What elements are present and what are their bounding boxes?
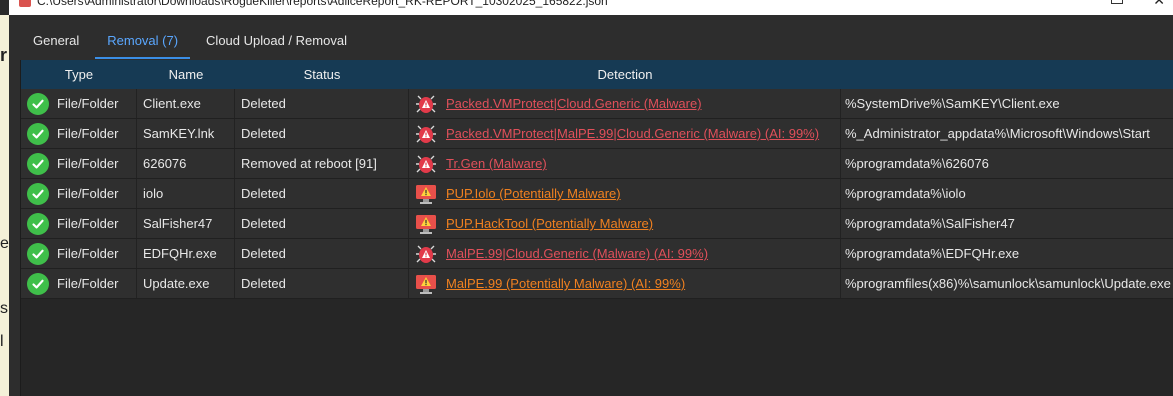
bug-icon — [416, 125, 436, 143]
table-body: File/Folder Client.exe Deleted Packed.VMPro… — [21, 89, 1173, 299]
status-cell: Deleted — [235, 269, 409, 298]
close-button[interactable]: ✕ — [1153, 0, 1165, 9]
detection-cell: Tr.Gen (Malware) — [409, 149, 841, 178]
check-circle-icon — [27, 92, 49, 115]
type-text: File/Folder — [57, 156, 119, 171]
detection-link[interactable]: PUP.Iolo (Potentially Malware) — [446, 186, 621, 201]
bug-icon — [416, 95, 436, 113]
tab-cloud-upload-removal[interactable]: Cloud Upload / Removal — [192, 29, 361, 57]
bug-icon — [416, 245, 436, 263]
status-cell: Deleted — [235, 209, 409, 238]
type-text: File/Folder — [57, 96, 119, 111]
detection-cell: MalPE.99 (Potentially Malware) (AI: 99%) — [409, 269, 841, 298]
background-text: r — [0, 45, 8, 65]
name-cell: SalFisher47 — [137, 209, 235, 238]
name-cell: EDFQHr.exe — [137, 239, 235, 268]
maximize-button[interactable] — [1111, 0, 1123, 4]
check-circle-icon — [27, 212, 49, 235]
type-cell: File/Folder — [21, 239, 137, 268]
type-text: File/Folder — [57, 216, 119, 231]
bug-icon — [416, 155, 436, 173]
report-window: General Removal (7) Cloud Upload / Remov… — [9, 15, 1173, 396]
background-text: s — [0, 300, 8, 317]
title-bar[interactable]: C:\Users\Administrator\Downloads\RogueKi… — [9, 0, 1173, 15]
background-text: e — [0, 235, 9, 252]
status-cell: Deleted — [235, 179, 409, 208]
tab-removal[interactable]: Removal (7) — [93, 29, 192, 59]
detection-link[interactable]: PUP.HackTool (Potentially Malware) — [446, 216, 653, 231]
type-cell: File/Folder — [21, 269, 137, 298]
column-header-name[interactable]: Name — [137, 67, 235, 82]
status-cell: Deleted — [235, 239, 409, 268]
status-cell: Deleted — [235, 119, 409, 148]
name-cell: 626076 — [137, 149, 235, 178]
detection-cell: PUP.Iolo (Potentially Malware) — [409, 179, 841, 208]
app-icon — [19, 0, 31, 7]
name-cell: Update.exe — [137, 269, 235, 298]
detection-link[interactable]: Packed.VMProtect|Cloud.Generic (Malware) — [446, 96, 702, 111]
name-cell: iolo — [137, 179, 235, 208]
status-cell: Deleted — [235, 89, 409, 118]
table-row[interactable]: File/Folder Update.exe Deleted MalPE.99 (Po… — [21, 269, 1173, 299]
table-header: Type Name Status Detection — [21, 60, 1173, 89]
detection-link[interactable]: Packed.VMProtect|MalPE.99|Cloud.Generic … — [446, 126, 819, 141]
table-row[interactable]: File/Folder iolo Deleted PUP.Iolo (Potentia… — [21, 179, 1173, 209]
detection-cell: MalPE.99|Cloud.Generic (Malware) (AI: 99… — [409, 239, 841, 268]
warning-monitor-icon — [416, 274, 436, 294]
path-cell: %programdata%\SalFisher47 — [845, 216, 1015, 231]
background-text: l — [0, 333, 4, 350]
detection-link[interactable]: MalPE.99 (Potentially Malware) (AI: 99%) — [446, 276, 685, 291]
type-text: File/Folder — [57, 246, 119, 261]
table-row[interactable]: File/Folder SalFisher47 Deleted PUP.HackToo… — [21, 209, 1173, 239]
tab-general[interactable]: General — [19, 29, 93, 57]
table-row[interactable]: File/Folder EDFQHr.exe Deleted MalPE.99|Clo… — [21, 239, 1173, 269]
detection-link[interactable]: Tr.Gen (Malware) — [446, 156, 547, 171]
type-text: File/Folder — [57, 186, 119, 201]
check-circle-icon — [27, 152, 49, 175]
name-cell: Client.exe — [137, 89, 235, 118]
detection-cell: Packed.VMProtect|MalPE.99|Cloud.Generic … — [409, 119, 841, 148]
path-cell: %programdata%\EDFQHr.exe — [845, 246, 1020, 261]
background-window: r e s l — [0, 15, 9, 396]
type-cell: File/Folder — [21, 209, 137, 238]
status-cell: Removed at reboot [91] — [235, 149, 409, 178]
window-title: C:\Users\Administrator\Downloads\RogueKi… — [37, 0, 608, 8]
tab-bar: General Removal (7) Cloud Upload / Remov… — [19, 29, 361, 59]
type-text: File/Folder — [57, 276, 119, 291]
table-row[interactable]: File/Folder 626076 Removed at reboot [91] T… — [21, 149, 1173, 179]
type-cell: File/Folder — [21, 179, 137, 208]
type-cell: File/Folder — [21, 89, 137, 118]
warning-monitor-icon — [416, 184, 436, 204]
path-cell: %SystemDrive%\SamKEY\Client.exe — [845, 96, 1060, 111]
check-circle-icon — [27, 272, 49, 295]
column-header-status[interactable]: Status — [235, 67, 409, 82]
detection-cell: PUP.HackTool (Potentially Malware) — [409, 209, 841, 238]
path-cell: %programdata%\626076 — [845, 156, 989, 171]
table-row[interactable]: File/Folder Client.exe Deleted Packed.VMPro… — [21, 89, 1173, 119]
warning-monitor-icon — [416, 214, 436, 234]
path-cell: %programfiles(x86)%\samunlock\samunlock\… — [845, 276, 1171, 291]
type-text: File/Folder — [57, 126, 119, 141]
name-cell: SamKEY.lnk — [137, 119, 235, 148]
type-cell: File/Folder — [21, 149, 137, 178]
path-cell: %_Administrator_appdata%\Microsoft\Windo… — [845, 126, 1150, 141]
table-row[interactable]: File/Folder SamKEY.lnk Deleted Packed.VMPro… — [21, 119, 1173, 149]
path-cell: %programdata%\iolo — [845, 186, 966, 201]
column-header-detection[interactable]: Detection — [409, 67, 841, 82]
type-cell: File/Folder — [21, 119, 137, 148]
check-circle-icon — [27, 182, 49, 205]
column-header-type[interactable]: Type — [21, 67, 137, 82]
check-circle-icon — [27, 122, 49, 145]
check-circle-icon — [27, 242, 49, 265]
detection-link[interactable]: MalPE.99|Cloud.Generic (Malware) (AI: 99… — [446, 246, 708, 261]
detection-cell: Packed.VMProtect|Cloud.Generic (Malware) — [409, 89, 841, 118]
removal-table: Type Name Status Detection File/Folder Cl… — [20, 60, 1173, 396]
